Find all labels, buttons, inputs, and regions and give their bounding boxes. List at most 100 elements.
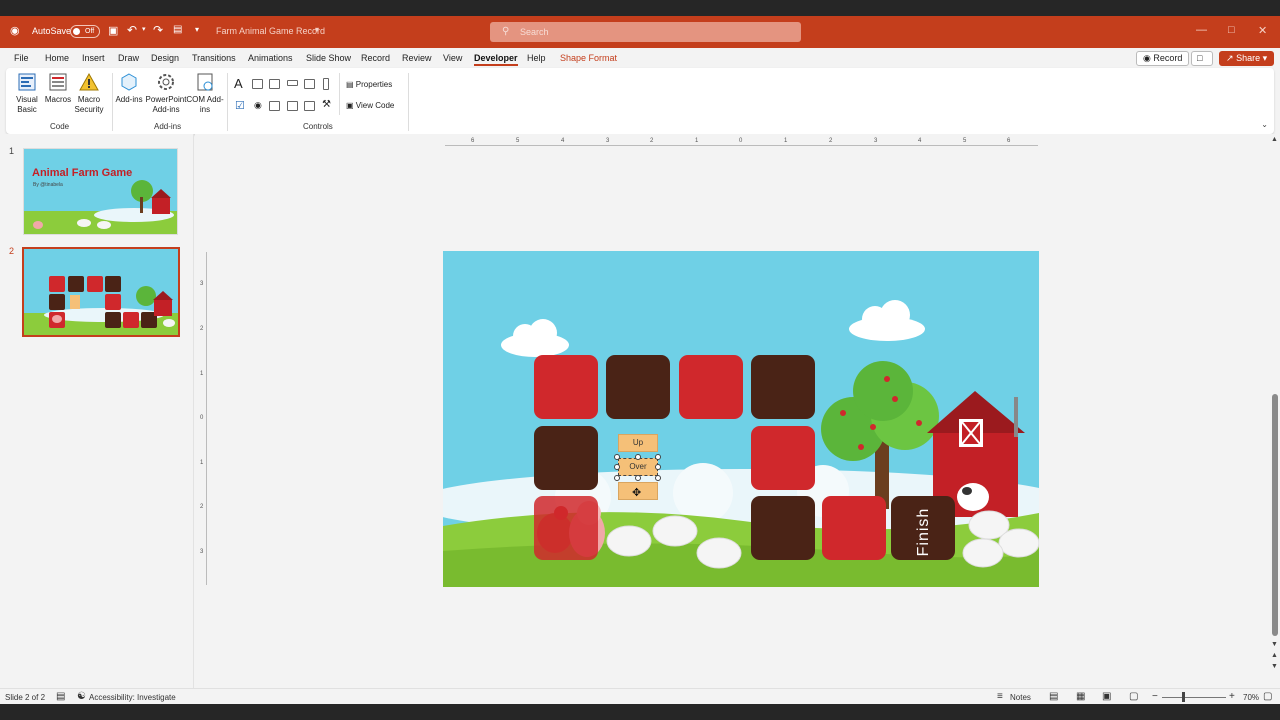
image-control-icon[interactable] <box>304 79 315 89</box>
game-tile[interactable] <box>534 355 598 419</box>
com-add-ins-button[interactable]: COM Add-ins <box>185 72 225 115</box>
more-controls-icon[interactable]: ⚒ <box>322 99 331 110</box>
game-tile[interactable] <box>751 426 815 490</box>
toggle-button-control-icon[interactable] <box>304 101 315 111</box>
minimize-icon[interactable]: — <box>1196 24 1207 36</box>
label-control-icon[interactable]: A <box>234 76 243 91</box>
tab-record[interactable]: Record <box>361 53 390 63</box>
tab-draw[interactable]: Draw <box>118 53 139 63</box>
game-tile[interactable] <box>534 426 598 490</box>
tab-shape-format[interactable]: Shape Format <box>560 53 617 63</box>
game-tile[interactable] <box>606 355 670 419</box>
share-button[interactable]: ↗ Share ▾ <box>1219 51 1275 66</box>
document-title[interactable]: Farm Animal Game Record <box>216 26 325 36</box>
tab-file[interactable]: File <box>14 53 29 63</box>
notes-icon[interactable]: ≡ <box>997 691 1003 702</box>
next-slide-icon[interactable]: ▼ <box>1271 663 1278 670</box>
scroll-up-icon[interactable]: ▲ <box>1271 136 1278 143</box>
tab-design[interactable]: Design <box>151 53 179 63</box>
tab-view[interactable]: View <box>443 53 462 63</box>
zoom-slider[interactable] <box>1162 697 1226 698</box>
tab-animations[interactable]: Animations <box>248 53 293 63</box>
vertical-scrollbar[interactable]: ▲ ▼ ▲ ▼ <box>1270 134 1280 688</box>
undo-icon[interactable]: ↶ <box>127 23 137 37</box>
slide-sorter-icon[interactable]: ▦ <box>1076 691 1085 702</box>
close-icon[interactable]: ✕ <box>1258 24 1267 37</box>
ruler-label: 4 <box>918 138 922 144</box>
undo-dropdown-icon[interactable]: ▾ <box>142 25 146 33</box>
resize-handle[interactable] <box>614 464 620 470</box>
title-dropdown-icon[interactable]: ▾ <box>315 25 319 34</box>
game-tile[interactable] <box>822 496 886 560</box>
code-group-label: Code <box>50 122 70 131</box>
checkbox-control-icon[interactable]: ☑ <box>235 99 245 112</box>
accessibility-status[interactable]: Accessibility: Investigate <box>89 693 176 702</box>
separator <box>227 73 228 131</box>
autosave-toggle[interactable]: Off <box>70 25 100 38</box>
tab-slide-show[interactable]: Slide Show <box>306 53 351 63</box>
slide-thumbnail-1[interactable]: Animal Farm Game By @tinabela <box>23 148 178 235</box>
present-icon[interactable]: ▤ <box>173 24 182 35</box>
vertical-ruler: 3 2 1 0 1 2 3 <box>199 252 207 585</box>
listbox-control-icon[interactable] <box>269 101 280 111</box>
previous-slide-icon[interactable]: ▲ <box>1271 652 1278 659</box>
fit-to-window-icon[interactable]: ▢ <box>1263 691 1272 702</box>
normal-view-icon[interactable]: ▤ <box>1049 691 1058 702</box>
tab-home[interactable]: Home <box>45 53 69 63</box>
search-box[interactable]: ⚲ Search <box>490 22 801 42</box>
zoom-in-icon[interactable]: + <box>1229 691 1235 702</box>
scrollbar-thumb[interactable] <box>1272 394 1278 636</box>
resize-handle[interactable] <box>655 464 661 470</box>
collapse-ribbon-icon[interactable]: ⌄ <box>1261 120 1268 129</box>
spelling-icon[interactable]: ▤ <box>56 691 65 702</box>
macro-security-button[interactable]: Macro Security <box>69 72 109 115</box>
zoom-level[interactable]: 70% <box>1243 693 1259 702</box>
tab-developer[interactable]: Developer <box>474 53 518 66</box>
resize-handle[interactable] <box>635 475 641 481</box>
view-code-button[interactable]: ▣ View Code <box>346 101 394 110</box>
zoom-slider-thumb[interactable] <box>1182 692 1185 702</box>
game-tile[interactable] <box>534 496 598 560</box>
redo-icon[interactable]: ↷ <box>153 23 163 37</box>
tab-review[interactable]: Review <box>402 53 432 63</box>
game-tile[interactable] <box>751 355 815 419</box>
record-button[interactable]: ◉ Record <box>1136 51 1190 66</box>
scrollbar-control-icon[interactable] <box>323 78 329 90</box>
ruler-label: 1 <box>200 371 204 377</box>
ruler-label: 6 <box>471 138 475 144</box>
game-tile[interactable] <box>751 496 815 560</box>
customize-qat-icon[interactable]: ▾ <box>195 25 199 34</box>
tab-insert[interactable]: Insert <box>82 53 105 63</box>
notes-button[interactable]: Notes <box>1010 693 1031 702</box>
textbox-control-icon[interactable] <box>252 79 263 89</box>
slide-thumbnail-2[interactable] <box>22 247 180 337</box>
resize-handle[interactable] <box>614 475 620 481</box>
properties-button[interactable]: ▤ Properties <box>346 80 392 89</box>
resize-handle[interactable] <box>635 454 641 460</box>
resize-handle[interactable] <box>655 454 661 460</box>
resize-handle[interactable] <box>655 475 661 481</box>
spin-button-control-icon[interactable] <box>269 79 280 89</box>
zoom-out-icon[interactable]: − <box>1152 691 1158 702</box>
add-ins-button[interactable]: Add-ins <box>109 72 149 105</box>
over-button[interactable]: Over <box>618 458 658 476</box>
save-icon[interactable]: ▣ <box>108 24 118 37</box>
option-button-control-icon[interactable]: ◉ <box>254 100 262 111</box>
ruler-label: 0 <box>739 138 743 144</box>
tab-help[interactable]: Help <box>527 53 546 63</box>
powerpoint-add-ins-button[interactable]: PowerPoint Add-ins <box>144 72 188 115</box>
ruler-label: 2 <box>650 138 654 144</box>
reading-view-icon[interactable]: ▣ <box>1102 691 1111 702</box>
restore-icon[interactable]: □ <box>1228 24 1235 36</box>
comments-button[interactable]: □ <box>1191 51 1213 66</box>
tab-transitions[interactable]: Transitions <box>192 53 236 63</box>
game-tile[interactable] <box>679 355 743 419</box>
command-button-control-icon[interactable] <box>287 80 298 86</box>
resize-handle[interactable] <box>614 454 620 460</box>
slide-show-icon[interactable]: ▢ <box>1129 691 1138 702</box>
combobox-control-icon[interactable] <box>287 101 298 111</box>
bottom-frame <box>0 704 1280 720</box>
scroll-down-icon[interactable]: ▼ <box>1271 641 1278 648</box>
up-button[interactable]: Up <box>618 434 658 452</box>
accessibility-icon[interactable]: ☯ <box>77 691 86 702</box>
